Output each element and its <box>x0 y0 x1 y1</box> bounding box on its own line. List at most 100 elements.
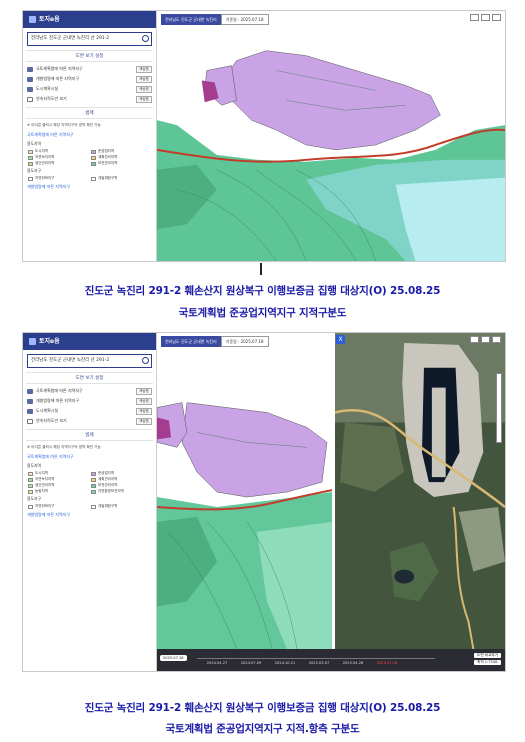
layer-label: 개발법령에 따른 지역지구 <box>36 76 80 81</box>
layer-row[interactable]: 개발법령에 따른 지역지구 색상표 <box>23 396 156 406</box>
layer-row[interactable]: 국토계획법에 따른 지역지구 색상표 <box>23 386 156 396</box>
section-title: 도면 보기 설정 <box>26 372 153 384</box>
legend-title: 범례 <box>26 107 153 119</box>
legend-item[interactable]: 개발제한구역 <box>91 504 151 509</box>
district-heading: 용도지구 <box>27 496 41 501</box>
color-table-button[interactable]: 색상표 <box>136 95 152 103</box>
legend-swatch <box>28 155 33 160</box>
legend-item[interactable]: 계획관리지역 <box>91 477 151 482</box>
color-table-button[interactable]: 색상표 <box>136 75 152 83</box>
map-tool-button[interactable] <box>481 336 490 343</box>
zoning-map-left[interactable]: 전라남도 진도군 군내면 녹진리 기준일 : 2025.07.18 <box>157 333 332 671</box>
left-panel: 토지e음 전라남도 진도군 군내면 녹진리 산 291-2 도면 보기 설정 국… <box>23 11 157 261</box>
map-info-bar: 전라남도 진도군 군내면 녹진리 기준일 : 2025.07.18 <box>161 14 269 25</box>
map-tool-button[interactable] <box>492 336 501 343</box>
timeline-tick[interactable]: 2024.10.21 <box>275 661 296 665</box>
scale-label: 축척 1:7556 <box>474 660 501 665</box>
layer-icon <box>27 388 33 394</box>
map-info-bar: 전라남도 진도군 군내면 녹진리 기준일 : 2025.07.18 <box>161 336 269 347</box>
legend-item[interactable]: 개발제한구역 <box>91 176 151 181</box>
color-table-button[interactable]: 색상표 <box>136 417 152 425</box>
legend-item[interactable]: 도시지역 <box>28 471 88 476</box>
logo-text: 토지e음 <box>39 338 60 345</box>
timeline-tick[interactable]: 2025.04.26 <box>343 661 364 665</box>
map-tool-button[interactable] <box>481 14 490 21</box>
legend-swatch <box>28 477 33 482</box>
timeline-tick[interactable]: 2024.04.27 <box>207 661 228 665</box>
legend-swatch <box>91 504 96 509</box>
layer-icon <box>27 86 33 92</box>
zoom-slider[interactable] <box>496 373 502 443</box>
layer-icon <box>27 398 33 404</box>
timeline-tick-active[interactable]: 2025.07.18 <box>377 661 398 665</box>
legend-item[interactable]: 농림지역 <box>28 489 88 494</box>
legend-item[interactable]: 자연녹지지역 <box>28 477 88 482</box>
legend-item[interactable]: 도시지역 <box>28 149 88 154</box>
legend-item[interactable]: 보전관리지역 <box>91 161 151 166</box>
timeline-date-select[interactable]: 2025.07.18 <box>160 655 187 661</box>
search-text: 전라남도 진도군 군내면 녹진리 산 291-2 <box>31 36 110 41</box>
region-label: 전라남도 진도군 군내면 녹진리 <box>161 336 221 347</box>
legend-item[interactable]: 자연취락지구 <box>28 504 88 509</box>
layer-icon <box>27 408 33 414</box>
map-tool-button[interactable] <box>492 14 501 21</box>
layer-row[interactable]: 개발법령에 따른 지역지구 색상표 <box>23 74 156 84</box>
timeline-tick[interactable]: 2025.03.07 <box>309 661 330 665</box>
timeline-tick[interactable]: 2024.07.09 <box>241 661 262 665</box>
search-icon[interactable] <box>142 357 149 364</box>
legend-group-title: 국토계획법에 따른 지역지구 <box>27 132 74 137</box>
layer-row[interactable]: 국토계획법에 따른 지역지구 색상표 <box>23 64 156 74</box>
legend-swatch <box>91 176 96 181</box>
map-canvas <box>157 333 332 671</box>
legend-item[interactable]: 계획관리지역 <box>91 155 151 160</box>
legend-item[interactable]: 생산관리지역 <box>28 483 88 488</box>
legend-swatch <box>91 161 96 166</box>
legend-swatch <box>91 477 96 482</box>
color-table-button[interactable]: 색상표 <box>136 397 152 405</box>
compare-button[interactable]: 도면 비교하기 <box>474 653 501 658</box>
legend-swatch <box>28 483 33 488</box>
legend-item[interactable]: 보전관리지역 <box>91 483 151 488</box>
logo-bar: 토지e음 <box>23 333 156 350</box>
color-table-button[interactable]: 색상표 <box>136 387 152 395</box>
caption1-line2: 국토계획법 준공업지역지구 지적구분도 <box>178 307 347 319</box>
color-table-button[interactable]: 색상표 <box>136 65 152 73</box>
screenshot-cadastral-map: 토지e음 전라남도 진도군 군내면 녹진리 산 291-2 도면 보기 설정 국… <box>22 10 506 262</box>
logo-text: 토지e음 <box>39 16 60 23</box>
logo-icon <box>29 338 36 345</box>
color-table-button[interactable]: 색상표 <box>136 85 152 93</box>
layer-row[interactable]: 연속지적도만 보기 색상표 <box>23 94 156 104</box>
timeline-controls: 도면 비교하기 축척 1:7556 <box>474 653 501 665</box>
layer-row[interactable]: 도시계획시설 색상표 <box>23 84 156 94</box>
layer-row[interactable]: 도시계획시설 색상표 <box>23 406 156 416</box>
legend-item[interactable]: 생산관리지역 <box>28 161 88 166</box>
date-label: 기준일 : 2025.07.18 <box>220 336 269 347</box>
legend-item[interactable]: 자연녹지지역 <box>28 155 88 160</box>
layer-label: 국토계획법에 따른 지역지구 <box>36 66 83 71</box>
map-tool-button[interactable] <box>470 14 479 21</box>
legend-swatch <box>91 483 96 488</box>
search-input[interactable]: 전라남도 진도군 군내면 녹진리 산 291-2 <box>27 32 152 46</box>
legend-item[interactable]: 자연취락지구 <box>28 176 88 181</box>
search-input[interactable]: 전라남도 진도군 군내면 녹진리 산 291-2 <box>27 354 152 368</box>
layer-label: 연속지적도만 보기 <box>36 418 67 423</box>
legend-item[interactable]: 준공업지역 <box>91 471 151 476</box>
legend-item[interactable]: 준공업지역 <box>91 149 151 154</box>
legend-swatch <box>28 471 33 476</box>
legend-swatch <box>91 155 96 160</box>
legend-swatch <box>28 489 33 494</box>
color-table-button[interactable]: 색상표 <box>136 407 152 415</box>
layer-row[interactable]: 연속지적도만 보기 색상표 <box>23 416 156 426</box>
layer-icon <box>27 76 33 82</box>
layer-label: 개발법령에 따른 지역지구 <box>36 398 80 403</box>
legend-item[interactable]: 자연환경보전지역 <box>91 489 151 494</box>
legend-swatch <box>28 161 33 166</box>
aerial-photo-map[interactable] <box>335 333 505 671</box>
zoning-map[interactable]: 전라남도 진도군 군내면 녹진리 기준일 : 2025.07.18 <box>157 11 505 261</box>
layer-icon <box>27 66 33 72</box>
search-icon[interactable] <box>142 35 149 42</box>
zone-heading: 용도지역 <box>27 141 41 146</box>
close-compare-button[interactable]: X <box>336 335 345 344</box>
map-tool-button[interactable] <box>470 336 479 343</box>
legend-grid: 도시지역 준공업지역 자연녹지지역 계획관리지역 생산관리지역 보전관리지역 농… <box>23 470 156 495</box>
